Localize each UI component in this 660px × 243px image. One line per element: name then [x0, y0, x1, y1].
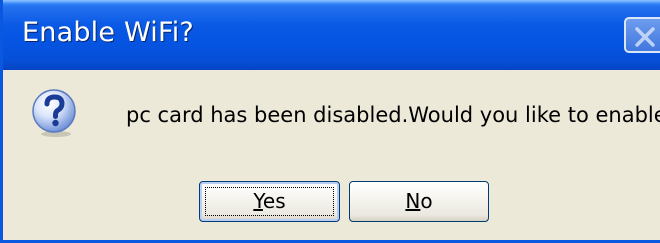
no-button-label: No [350, 189, 488, 213]
title-bar[interactable]: Enable WiFi? [3, 0, 660, 70]
yes-mnemonic: Y [253, 189, 263, 213]
yes-button[interactable]: Yes [199, 181, 340, 222]
dialog-message: pc card has been disabled.Would you like… [126, 103, 660, 127]
yes-button-label: Yes [200, 189, 339, 213]
close-icon [635, 27, 655, 47]
no-button[interactable]: No [349, 181, 489, 222]
no-mnemonic: N [405, 189, 421, 213]
question-icon [32, 89, 76, 137]
yes-label-rest: es [262, 189, 286, 213]
title-bar-highlight [3, 0, 660, 4]
no-label-rest: o [420, 189, 433, 213]
close-button[interactable] [624, 17, 660, 53]
dialog-window: Enable WiFi? pc card has been disabled.W… [0, 0, 660, 243]
dialog-title: Enable WiFi? [22, 17, 194, 48]
